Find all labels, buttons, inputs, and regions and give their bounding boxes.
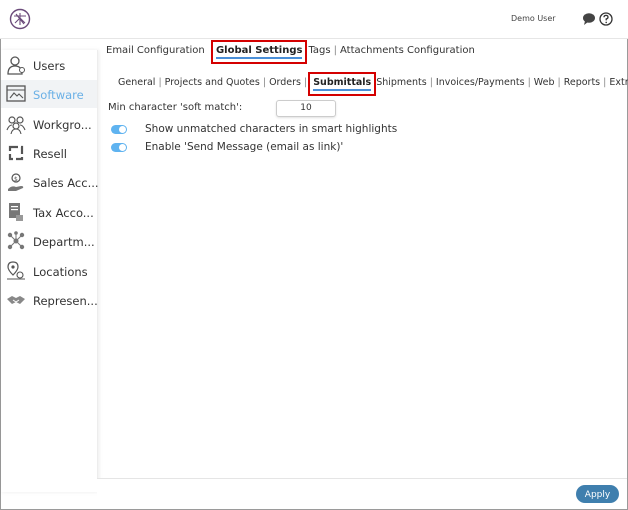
user-name[interactable]: Demo User bbox=[511, 14, 556, 23]
tab-separator: | bbox=[262, 77, 267, 88]
sidebar-item-resell[interactable]: Resell bbox=[1, 139, 97, 167]
tab-separator: | bbox=[557, 77, 561, 88]
tab-global-settings[interactable]: Global Settings bbox=[210, 40, 308, 64]
tab-tags[interactable]: Tags bbox=[308, 45, 330, 56]
subtab-web[interactable]: Web bbox=[534, 77, 555, 88]
tab-separator: | bbox=[603, 77, 607, 88]
top-bar: Demo User bbox=[0, 0, 628, 39]
sidebar-item-locations[interactable]: Locations bbox=[1, 257, 97, 285]
tab-attachments-configuration[interactable]: Attachments Configuration bbox=[340, 45, 475, 56]
settings-tabs: Email Configuration Global Settings Tags |… bbox=[106, 40, 475, 64]
send-message-toggle[interactable] bbox=[111, 143, 127, 152]
help-icon[interactable] bbox=[599, 12, 613, 26]
tab-email-configuration[interactable]: Email Configuration bbox=[106, 45, 205, 56]
subtab-invoices-payments[interactable]: Invoices/Payments bbox=[436, 77, 525, 88]
sidebar-item-label: Locations bbox=[33, 265, 88, 279]
global-settings-subtabs: General | Projects and Quotes | Orders | Submi… bbox=[118, 72, 628, 96]
tab-separator: | bbox=[429, 77, 433, 88]
soft-match-input[interactable]: 10 bbox=[276, 100, 336, 117]
chat-icon[interactable] bbox=[582, 12, 596, 26]
footer-bar bbox=[97, 478, 627, 509]
subtab-projects-and-quotes[interactable]: Projects and Quotes bbox=[165, 77, 260, 88]
sidebar-item-label: Software bbox=[33, 88, 84, 102]
workgroup-icon bbox=[6, 114, 26, 134]
department-icon bbox=[6, 231, 26, 251]
resell-icon bbox=[6, 143, 26, 163]
subtab-reports[interactable]: Reports bbox=[564, 77, 600, 88]
sidebar-item-label: Resell bbox=[33, 147, 68, 161]
logo-icon[interactable] bbox=[9, 8, 31, 30]
tab-separator: | bbox=[333, 45, 337, 56]
tab-separator bbox=[205, 45, 214, 56]
software-icon bbox=[6, 84, 26, 104]
sidebar-item-label: Departm... bbox=[33, 235, 95, 249]
soft-match-label: Min character 'soft match': bbox=[108, 102, 243, 113]
sidebar-item-label: Tax Acco... bbox=[33, 206, 94, 220]
tax-account-icon bbox=[6, 202, 26, 222]
representative-icon bbox=[6, 290, 26, 310]
sidebar-item-label: Workgro... bbox=[33, 118, 92, 132]
sidebar-item-software[interactable]: Software bbox=[1, 80, 97, 108]
subtab-general[interactable]: General bbox=[118, 77, 155, 88]
apply-button[interactable]: Apply bbox=[576, 485, 619, 503]
tab-separator: | bbox=[158, 77, 162, 88]
subtab-submittals[interactable]: Submittals bbox=[308, 72, 377, 96]
user-icon bbox=[6, 55, 26, 75]
sales-account-icon: $ bbox=[6, 172, 26, 192]
unmatched-characters-label: Show unmatched characters in smart highl… bbox=[145, 123, 398, 135]
sidebar-item-tax-account[interactable]: Tax Acco... bbox=[1, 198, 97, 226]
subtab-extra[interactable]: Extra bbox=[609, 77, 628, 88]
sidebar-item-label: Represen... bbox=[33, 294, 98, 308]
sidebar-item-users[interactable]: Users bbox=[1, 51, 97, 79]
location-icon bbox=[6, 261, 26, 281]
sidebar-item-label: Users bbox=[33, 59, 66, 73]
subtab-orders[interactable]: Orders bbox=[269, 77, 301, 88]
sidebar-item-workgroups[interactable]: Workgro... bbox=[1, 110, 97, 138]
tab-separator: | bbox=[304, 77, 308, 88]
sidebar-item-label: Sales Acc... bbox=[33, 176, 99, 190]
sidebar-item-representatives[interactable]: Represen... bbox=[1, 286, 98, 314]
svg-text:$: $ bbox=[14, 176, 18, 183]
sidebar-item-departments[interactable]: Departm... bbox=[1, 227, 97, 255]
tab-separator: | bbox=[527, 77, 531, 88]
sidebar: Users Software Workgro... Resell $ Sales… bbox=[1, 50, 99, 492]
send-message-label: Enable 'Send Message (email as link)' bbox=[145, 141, 344, 153]
unmatched-characters-toggle[interactable] bbox=[111, 125, 127, 134]
subtab-shipments[interactable]: Shipments bbox=[376, 77, 427, 88]
sidebar-item-sales-account[interactable]: $ Sales Acc... bbox=[1, 168, 99, 196]
